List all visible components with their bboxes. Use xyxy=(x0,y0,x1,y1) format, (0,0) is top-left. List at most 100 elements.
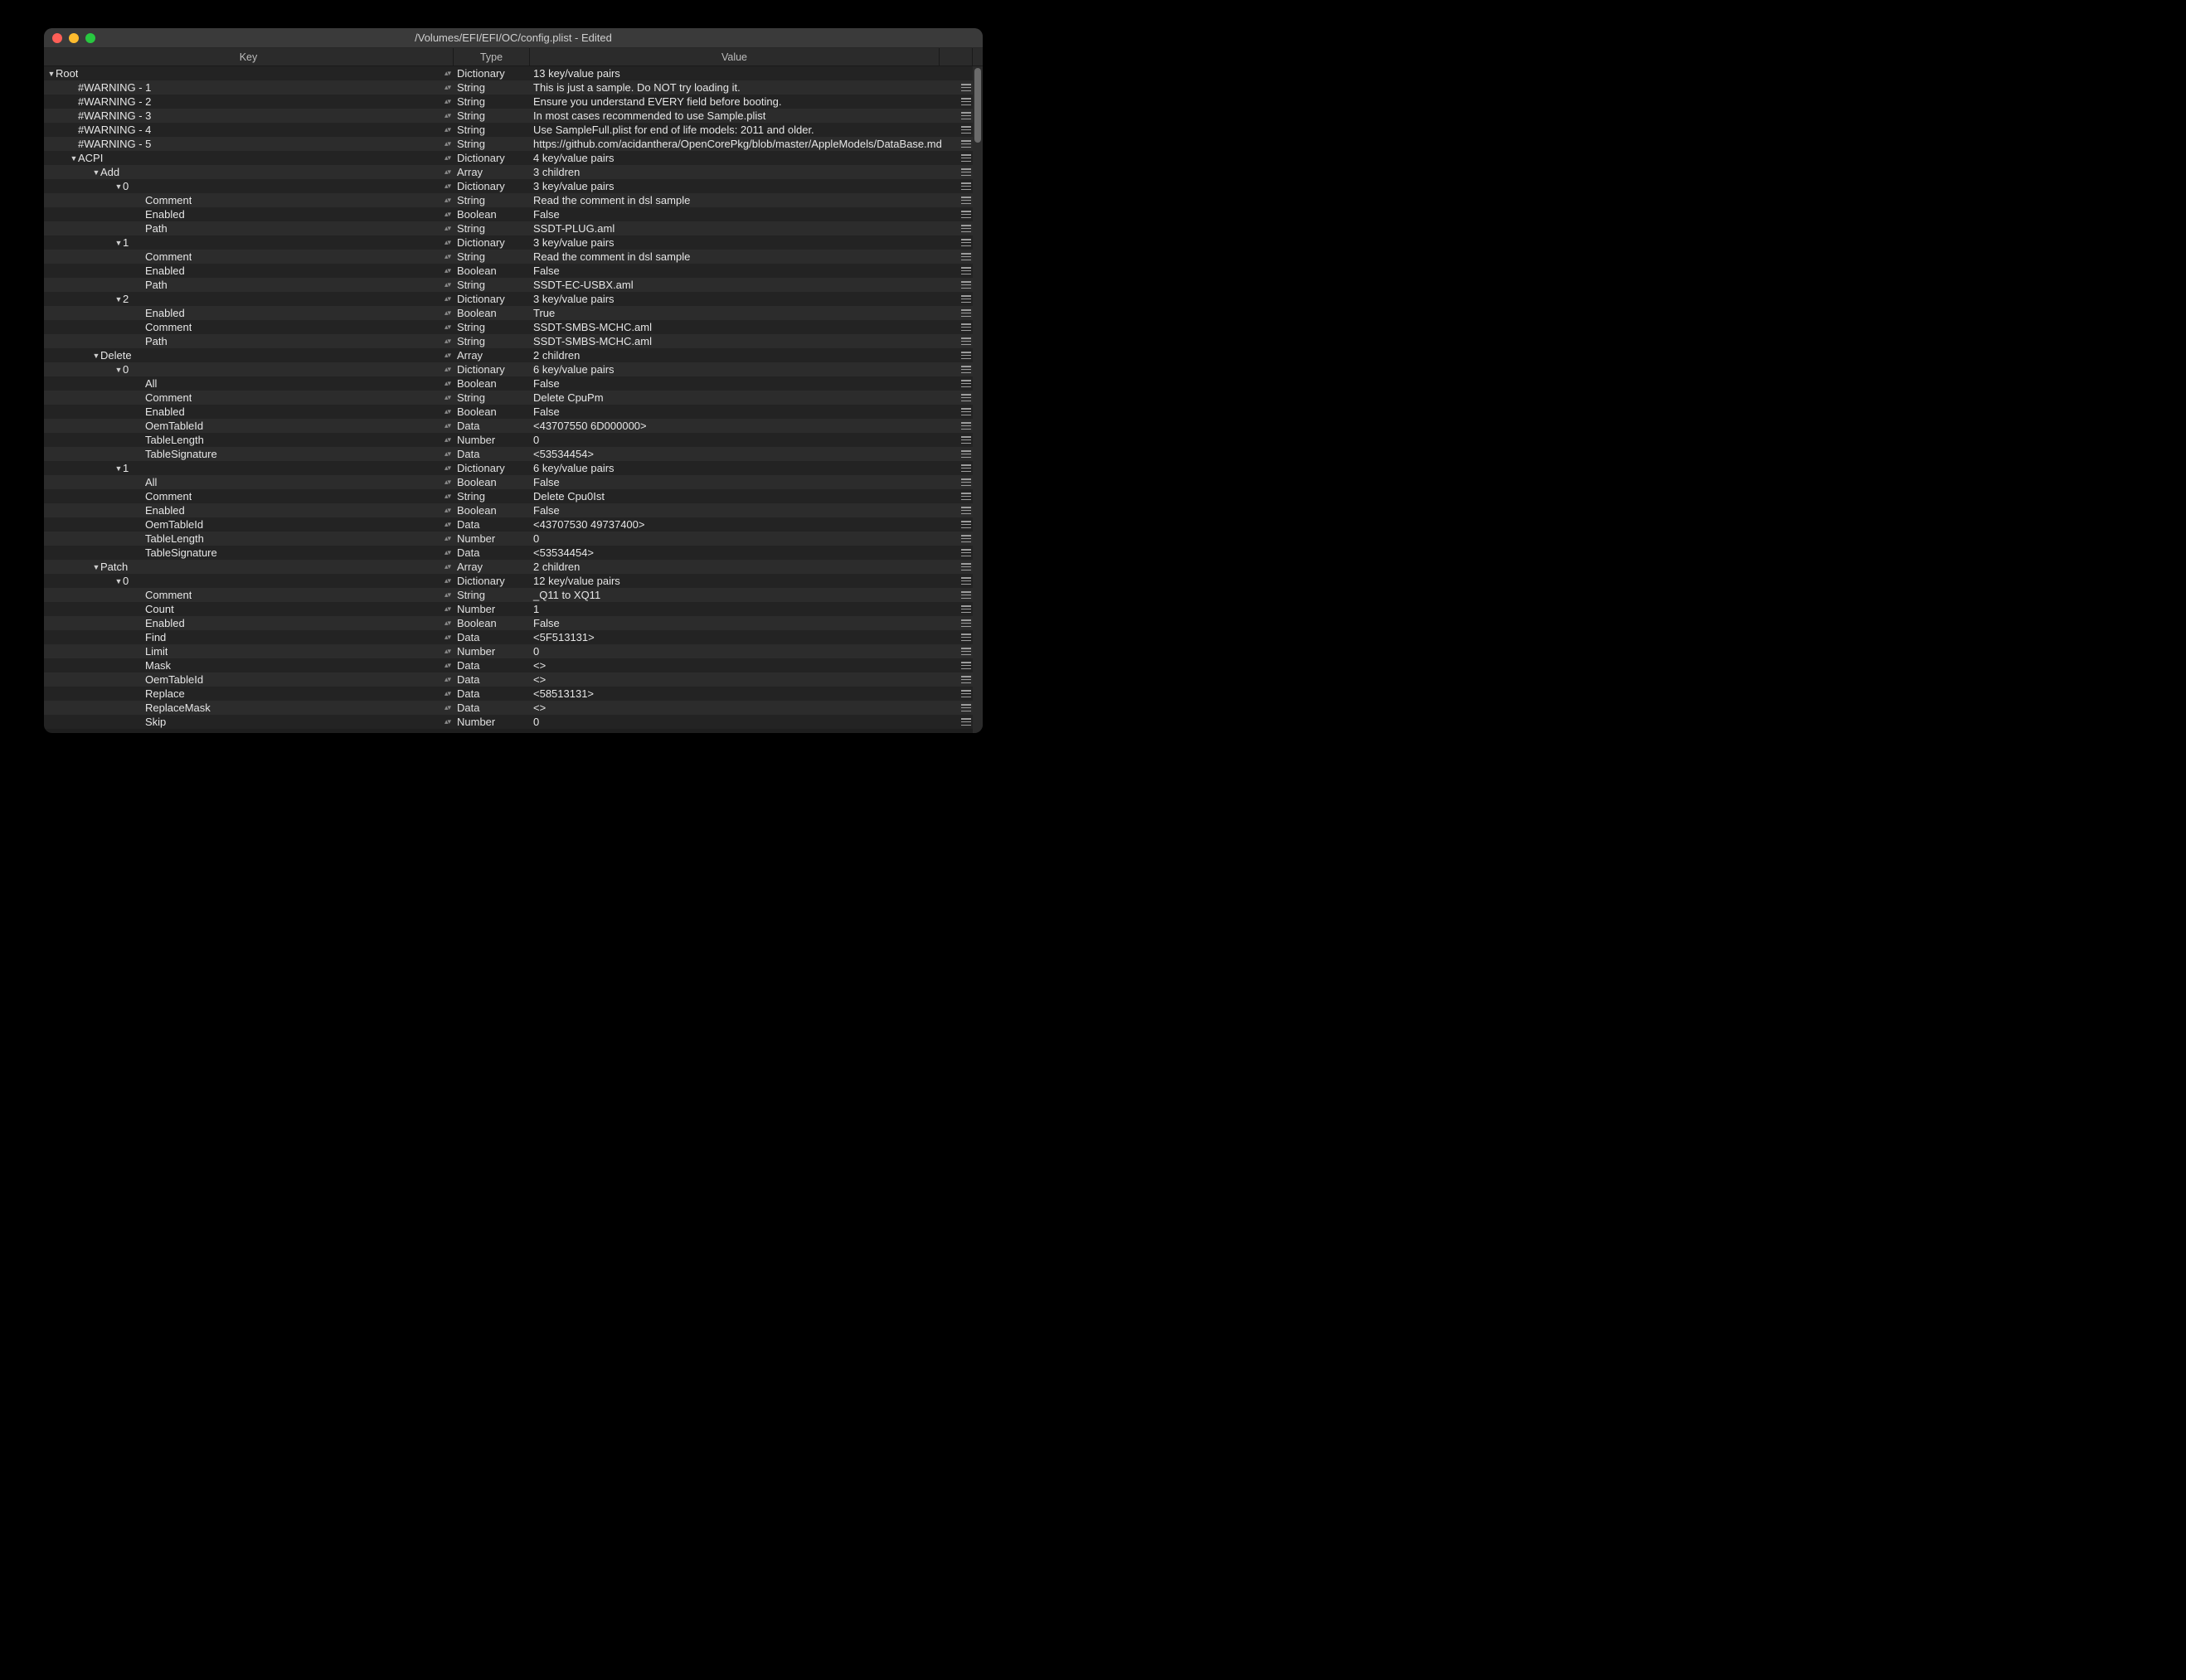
key-type-stepper-icon[interactable]: ▴▾ xyxy=(444,562,450,571)
key-type-stepper-icon[interactable]: ▴▾ xyxy=(444,449,450,459)
tree-row[interactable]: ▼1▴▾Dictionary3 key/value pairs xyxy=(44,235,983,250)
value-cell[interactable]: 3 children xyxy=(530,166,950,178)
reorder-icon[interactable] xyxy=(961,84,971,91)
reorder-icon[interactable] xyxy=(961,563,971,571)
type-cell[interactable]: String xyxy=(454,138,530,150)
value-cell[interactable]: SSDT-EC-USBX.aml xyxy=(530,279,950,291)
value-cell[interactable]: Read the comment in dsl sample xyxy=(530,250,950,263)
disclosure-triangle-icon[interactable]: ▼ xyxy=(114,577,123,585)
type-cell[interactable]: String xyxy=(454,321,530,333)
type-cell[interactable]: String xyxy=(454,250,530,263)
key-type-stepper-icon[interactable]: ▴▾ xyxy=(444,435,450,444)
value-cell[interactable]: Read the comment in dsl sample xyxy=(530,194,950,206)
value-cell[interactable]: _Q11 to XQ11 xyxy=(530,589,950,601)
key-cell[interactable]: Comment▴▾ xyxy=(44,194,454,206)
value-cell[interactable]: SSDT-SMBS-MCHC.aml xyxy=(530,335,950,347)
key-cell[interactable]: Path▴▾ xyxy=(44,335,454,347)
key-type-stepper-icon[interactable]: ▴▾ xyxy=(444,647,450,656)
reorder-icon[interactable] xyxy=(961,239,971,246)
key-type-stepper-icon[interactable]: ▴▾ xyxy=(444,407,450,416)
reorder-icon[interactable] xyxy=(961,168,971,176)
tree-row[interactable]: TableSignature▴▾Data<53534454> xyxy=(44,546,983,560)
key-type-stepper-icon[interactable]: ▴▾ xyxy=(444,139,450,148)
key-type-stepper-icon[interactable]: ▴▾ xyxy=(444,590,450,600)
key-cell[interactable]: All▴▾ xyxy=(44,476,454,488)
type-cell[interactable]: Number xyxy=(454,716,530,728)
reorder-icon[interactable] xyxy=(961,634,971,641)
type-cell[interactable]: String xyxy=(454,81,530,94)
minimize-icon[interactable] xyxy=(69,33,79,43)
key-type-stepper-icon[interactable]: ▴▾ xyxy=(444,548,450,557)
key-cell[interactable]: TableLength▴▾ xyxy=(44,434,454,446)
scrollbar-thumb[interactable] xyxy=(974,68,981,143)
value-cell[interactable]: 0 xyxy=(530,645,950,658)
value-cell[interactable]: False xyxy=(530,265,950,277)
type-cell[interactable]: Dictionary xyxy=(454,575,530,587)
tree-row[interactable]: ▼Patch▴▾Array2 children xyxy=(44,560,983,574)
value-cell[interactable]: <> xyxy=(530,659,950,672)
vertical-scrollbar[interactable] xyxy=(973,66,983,733)
disclosure-triangle-icon[interactable]: ▼ xyxy=(92,563,100,571)
reorder-icon[interactable] xyxy=(961,676,971,683)
reorder-icon[interactable] xyxy=(961,648,971,655)
type-cell[interactable]: Number xyxy=(454,645,530,658)
type-cell[interactable]: Number xyxy=(454,532,530,545)
type-cell[interactable]: String xyxy=(454,391,530,404)
key-cell[interactable]: Comment▴▾ xyxy=(44,321,454,333)
key-cell[interactable]: ▼0▴▾ xyxy=(44,180,454,192)
type-cell[interactable]: String xyxy=(454,124,530,136)
tree-row[interactable]: Comment▴▾StringSSDT-SMBS-MCHC.aml xyxy=(44,320,983,334)
key-type-stepper-icon[interactable]: ▴▾ xyxy=(444,69,450,78)
value-cell[interactable]: <53534454> xyxy=(530,448,950,460)
tree-row[interactable]: Enabled▴▾BooleanTrue xyxy=(44,306,983,320)
type-cell[interactable]: Number xyxy=(454,434,530,446)
tree-row[interactable]: TableLength▴▾Number0 xyxy=(44,532,983,546)
type-cell[interactable]: Dictionary xyxy=(454,462,530,474)
key-cell[interactable]: Comment▴▾ xyxy=(44,391,454,404)
tree-row[interactable]: Comment▴▾StringDelete CpuPm xyxy=(44,391,983,405)
key-cell[interactable]: ▼0▴▾ xyxy=(44,575,454,587)
type-cell[interactable]: Boolean xyxy=(454,405,530,418)
type-cell[interactable]: String xyxy=(454,194,530,206)
tree-row[interactable]: Enabled▴▾BooleanFalse xyxy=(44,207,983,221)
tree-row[interactable]: Enabled▴▾BooleanFalse xyxy=(44,503,983,517)
value-cell[interactable]: 6 key/value pairs xyxy=(530,363,950,376)
value-cell[interactable]: 0 xyxy=(530,434,950,446)
tree-row[interactable]: #WARNING - 3▴▾StringIn most cases recomm… xyxy=(44,109,983,123)
reorder-icon[interactable] xyxy=(961,605,971,613)
reorder-icon[interactable] xyxy=(961,394,971,401)
tree-row[interactable]: ▼1▴▾Dictionary6 key/value pairs xyxy=(44,461,983,475)
key-cell[interactable]: OemTableId▴▾ xyxy=(44,673,454,686)
key-type-stepper-icon[interactable]: ▴▾ xyxy=(444,379,450,388)
key-type-stepper-icon[interactable]: ▴▾ xyxy=(444,365,450,374)
type-cell[interactable]: Dictionary xyxy=(454,152,530,164)
value-cell[interactable]: 6 key/value pairs xyxy=(530,462,950,474)
key-type-stepper-icon[interactable]: ▴▾ xyxy=(444,266,450,275)
key-cell[interactable]: Limit▴▾ xyxy=(44,645,454,658)
tree-row[interactable]: Enabled▴▾BooleanFalse xyxy=(44,616,983,630)
key-cell[interactable]: Enabled▴▾ xyxy=(44,307,454,319)
key-type-stepper-icon[interactable]: ▴▾ xyxy=(444,633,450,642)
value-cell[interactable]: <43707550 6D000000> xyxy=(530,420,950,432)
key-cell[interactable]: Count▴▾ xyxy=(44,603,454,615)
tree-row[interactable]: ▼0▴▾Dictionary3 key/value pairs xyxy=(44,179,983,193)
close-icon[interactable] xyxy=(52,33,62,43)
tree-row[interactable]: #WARNING - 5▴▾Stringhttps://github.com/a… xyxy=(44,137,983,151)
reorder-icon[interactable] xyxy=(961,295,971,303)
tree-row[interactable]: Comment▴▾StringDelete Cpu0Ist xyxy=(44,489,983,503)
reorder-icon[interactable] xyxy=(961,154,971,162)
tree-row[interactable]: TableSignature▴▾Data<53534454> xyxy=(44,447,983,461)
tree-row[interactable]: Enabled▴▾BooleanFalse xyxy=(44,405,983,419)
value-cell[interactable]: False xyxy=(530,208,950,221)
key-cell[interactable]: #WARNING - 4▴▾ xyxy=(44,124,454,136)
reorder-icon[interactable] xyxy=(961,704,971,711)
type-cell[interactable]: Data xyxy=(454,687,530,700)
type-cell[interactable]: String xyxy=(454,109,530,122)
value-cell[interactable]: 2 children xyxy=(530,349,950,362)
reorder-icon[interactable] xyxy=(961,337,971,345)
reorder-icon[interactable] xyxy=(961,309,971,317)
type-cell[interactable]: Data xyxy=(454,631,530,643)
reorder-icon[interactable] xyxy=(961,225,971,232)
tree-row[interactable]: Skip▴▾Number0 xyxy=(44,715,983,729)
reorder-icon[interactable] xyxy=(961,281,971,289)
